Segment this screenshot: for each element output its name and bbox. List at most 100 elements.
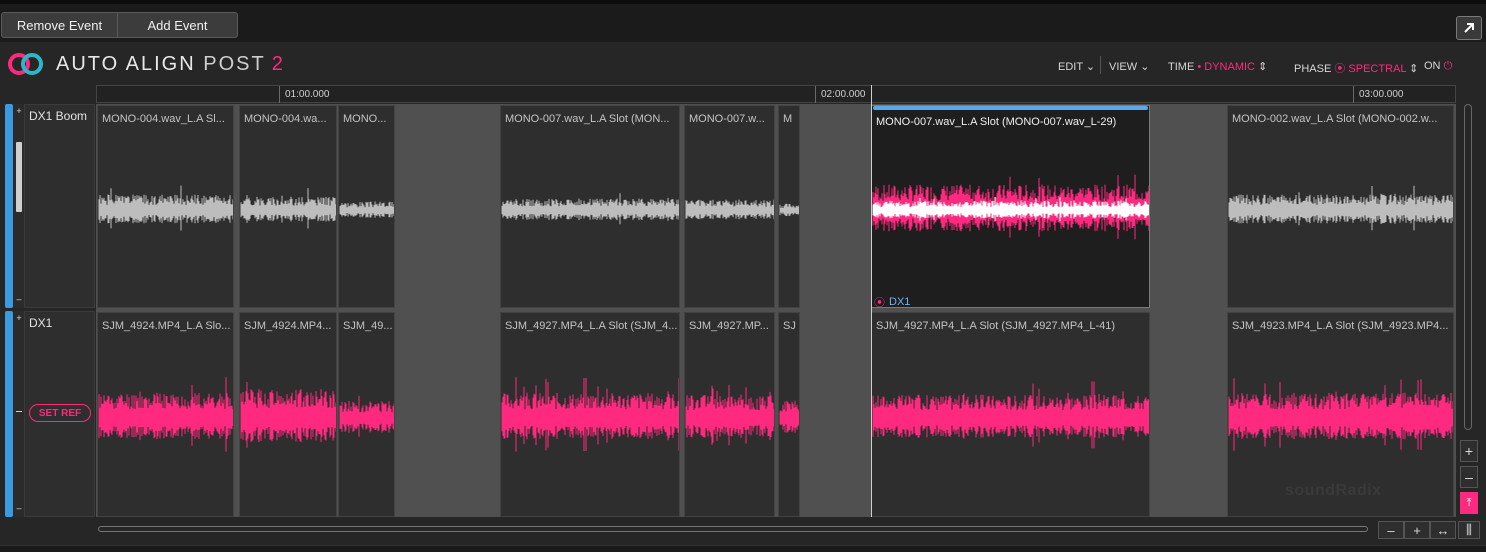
track-height-control[interactable]: + – bbox=[14, 311, 24, 517]
playhead[interactable] bbox=[871, 85, 872, 517]
clip[interactable]: SJ bbox=[778, 312, 800, 517]
waveform bbox=[339, 201, 394, 218]
minus-icon: – bbox=[16, 503, 22, 513]
track-color-strip bbox=[5, 104, 13, 308]
time-value: DYNAMIC bbox=[1204, 61, 1255, 73]
edit-label: EDIT bbox=[1058, 61, 1083, 73]
waveform bbox=[98, 377, 233, 452]
clip[interactable]: SJM_4927.MP4_L.A Slot (SJM_4... bbox=[500, 312, 680, 517]
waveform bbox=[872, 197, 1149, 222]
waveform-icon: ⫼ bbox=[1466, 522, 1472, 537]
remove-event-button[interactable]: Remove Event bbox=[1, 12, 118, 38]
arrow-up-right-icon bbox=[1464, 23, 1474, 33]
waveform bbox=[685, 199, 774, 220]
on-label: ON bbox=[1424, 60, 1441, 72]
zoom-out-vertical-button[interactable]: – bbox=[1460, 466, 1478, 488]
fit-horizontal-button[interactable]: ↔ bbox=[1430, 521, 1456, 539]
time-label: TIME bbox=[1168, 61, 1195, 73]
ruler-tick bbox=[279, 86, 280, 103]
clip[interactable]: MONO-004.wav_L.A Sl... bbox=[97, 105, 234, 308]
minus-icon: – bbox=[1387, 522, 1395, 538]
clip[interactable]: SJM_4927.MP4_L.A Slot (SJM_4927.MP4_L-41… bbox=[871, 312, 1150, 517]
watermark-logo: soundRadix bbox=[1285, 482, 1382, 499]
brand-version: 2 bbox=[271, 52, 285, 75]
clip[interactable]: SJM_4924.MP4... bbox=[239, 312, 337, 517]
track-height-handle[interactable] bbox=[16, 142, 22, 212]
fit-vertical-button[interactable]: ⤒ bbox=[1460, 492, 1478, 514]
clip[interactable]: SJM_4927.MP... bbox=[684, 312, 775, 517]
clip-selected[interactable]: MONO-007.wav_L.A Slot (MONO-007.wav_L-29… bbox=[871, 105, 1150, 308]
plus-icon: + bbox=[16, 313, 22, 323]
waveform bbox=[98, 185, 233, 231]
logo-icon bbox=[8, 53, 43, 75]
waveform bbox=[501, 377, 679, 452]
phase-mode-selector[interactable]: PHASE ⦿ SPECTRAL ⇕ bbox=[1294, 60, 1418, 76]
brand-logo: AUTO ALIGN POST 2 bbox=[6, 51, 285, 77]
brand-name-a: AUTO ALIGN bbox=[56, 52, 196, 75]
brand-name: AUTO ALIGN POST 2 bbox=[56, 53, 285, 76]
add-event-button[interactable]: Add Event bbox=[117, 12, 238, 38]
clip[interactable]: MONO-002.wav_L.A Slot (MONO-002.w... bbox=[1227, 105, 1454, 308]
updown-icon: ⇕ bbox=[1409, 63, 1419, 75]
minus-icon: – bbox=[16, 294, 22, 304]
divider bbox=[1100, 56, 1101, 74]
phase-label: PHASE bbox=[1294, 63, 1332, 75]
fit-vertical-icon: ⤒ bbox=[1466, 496, 1472, 509]
target-icon: ⦿ bbox=[874, 297, 885, 309]
plus-icon: + bbox=[16, 106, 22, 116]
horizontal-scrollbar[interactable] bbox=[98, 526, 1368, 532]
clip[interactable]: MONO-007.w... bbox=[684, 105, 775, 308]
host-toolbar: Remove Event Add Event bbox=[0, 0, 1486, 42]
waveform bbox=[779, 400, 799, 433]
time-mode-selector[interactable]: TIME • DYNAMIC ⇕ bbox=[1168, 60, 1267, 73]
reference-tag: ⦿ DX1 bbox=[874, 294, 910, 310]
view-label: VIEW bbox=[1109, 61, 1138, 73]
popout-button[interactable] bbox=[1456, 16, 1482, 40]
fit-horizontal-icon: ↔ bbox=[1436, 522, 1450, 538]
reference-tag-label: DX1 bbox=[889, 296, 911, 308]
host-status-strip bbox=[0, 545, 1486, 552]
track-color-strip bbox=[5, 311, 13, 517]
track-header-boom[interactable]: DX1 Boom bbox=[24, 104, 95, 308]
chevron-down-icon: ⌄ bbox=[1140, 61, 1150, 73]
clip[interactable]: MONO... bbox=[338, 105, 395, 308]
waveform bbox=[501, 193, 679, 225]
track-name: DX1 bbox=[29, 316, 53, 330]
plus-icon: + bbox=[1413, 522, 1421, 538]
waveform bbox=[240, 188, 336, 229]
waveform bbox=[685, 385, 774, 446]
ruler-tick-label: 03:00.000 bbox=[1359, 89, 1404, 100]
zoom-out-horizontal-button[interactable]: – bbox=[1378, 521, 1404, 539]
waveform bbox=[1228, 185, 1453, 231]
waveform bbox=[240, 382, 336, 448]
clip[interactable]: SJM_4924.MP4_L.A Slo... bbox=[97, 312, 234, 517]
edit-menu[interactable]: EDIT ⌄ bbox=[1058, 60, 1095, 73]
ruler-tick-label: 01:00.000 bbox=[285, 89, 330, 100]
brand-name-b: POST bbox=[203, 52, 266, 75]
zoom-in-horizontal-button[interactable]: + bbox=[1404, 521, 1430, 539]
dot-icon: • bbox=[1197, 61, 1202, 73]
minus-icon: – bbox=[1465, 469, 1473, 485]
track-name: DX1 Boom bbox=[29, 109, 88, 123]
power-toggle[interactable]: ON ⏻ bbox=[1424, 60, 1452, 73]
radio-icon: ⦿ bbox=[1334, 63, 1346, 75]
waveform bbox=[872, 381, 1149, 449]
timeline-ruler[interactable]: 01:00.000 02:00.000 03:00.000 bbox=[96, 85, 1456, 103]
track-height-handle[interactable] bbox=[16, 411, 22, 412]
set-ref-button[interactable]: SET REF bbox=[29, 404, 91, 422]
clip[interactable]: MONO-007.wav_L.A Slot (MON... bbox=[500, 105, 680, 308]
clip[interactable]: SJM_49... bbox=[338, 312, 395, 517]
clip[interactable]: MONO-004.wa... bbox=[239, 105, 337, 308]
plus-icon: + bbox=[1464, 443, 1474, 459]
chevron-down-icon: ⌄ bbox=[1085, 61, 1096, 73]
track-height-control[interactable]: + – bbox=[14, 104, 24, 308]
view-menu[interactable]: VIEW ⌄ bbox=[1109, 60, 1149, 73]
vertical-scrollbar[interactable] bbox=[1464, 104, 1472, 430]
phase-value: SPECTRAL bbox=[1348, 63, 1407, 75]
clip[interactable]: M bbox=[778, 105, 800, 308]
zoom-in-vertical-button[interactable]: + bbox=[1460, 440, 1478, 462]
updown-icon: ⇕ bbox=[1258, 61, 1268, 73]
waveform bbox=[779, 203, 799, 216]
waveform-view-button[interactable]: ⫼ bbox=[1458, 521, 1480, 539]
ruler-tick bbox=[1353, 86, 1354, 103]
